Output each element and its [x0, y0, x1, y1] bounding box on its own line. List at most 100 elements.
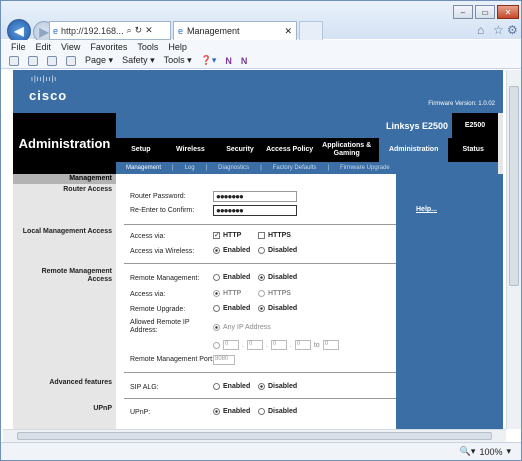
sip-disabled-radio[interactable]: Disabled — [258, 383, 297, 390]
zoom-icon[interactable]: 🔍▾ — [460, 446, 476, 457]
remote-enabled-radio[interactable]: Enabled — [213, 274, 250, 281]
tab-administration[interactable]: Administration — [378, 138, 449, 162]
menu-tools[interactable]: Tools — [137, 42, 158, 52]
tab-wireless[interactable]: Wireless — [166, 138, 216, 162]
ip-field-4[interactable]: 0 — [294, 340, 311, 350]
upnp-enabled-radio[interactable]: Enabled — [213, 408, 250, 415]
remote-disabled-radio[interactable]: Disabled — [258, 274, 297, 281]
onenote-icon-2[interactable]: N — [241, 56, 248, 66]
remote-https-radio[interactable]: HTTPS — [258, 290, 291, 297]
label-remote-management: Remote Management Access — [41, 268, 112, 283]
menu-favorites[interactable]: Favorites — [90, 42, 127, 52]
minimize-button[interactable]: – — [453, 5, 473, 19]
tab-status[interactable]: Status — [448, 138, 498, 162]
upgrade-disabled-radio[interactable]: Disabled — [258, 305, 297, 312]
page-menu[interactable]: Page ▾ — [85, 55, 113, 66]
menu-file[interactable]: File — [11, 42, 26, 52]
subtab-firmware-upgrade[interactable]: Firmware Upgrade — [340, 165, 390, 171]
ip-field-3[interactable]: 0 — [270, 340, 287, 350]
tab-applications-gaming[interactable]: Applications & Gaming — [314, 138, 379, 162]
enabled-label: Enabled — [223, 274, 251, 281]
scroll-thumb[interactable] — [509, 86, 519, 286]
http-checkbox[interactable]: ✓ HTTP — [213, 232, 241, 239]
ip-field-5[interactable]: 0 — [322, 340, 339, 350]
feeds-icon[interactable] — [28, 55, 38, 66]
enabled-label: Enabled — [223, 247, 251, 254]
gear-icon[interactable]: ⚙ — [507, 23, 518, 37]
page-menu-label: Page — [85, 55, 107, 65]
tools-menu[interactable]: Tools ▾ — [164, 55, 192, 66]
help-icon[interactable]: ❓▾ — [201, 55, 217, 66]
command-bar: Page ▾ Safety ▾ Tools ▾ ❓▾ N N — [1, 53, 521, 69]
safety-menu[interactable]: Safety ▾ — [122, 55, 155, 66]
address-bar[interactable]: e http://192.168... ⌕ ↻ ✕ — [49, 21, 171, 40]
vertical-scrollbar[interactable] — [506, 70, 521, 429]
subtab-factory-defaults[interactable]: Factory Defaults — [273, 165, 317, 171]
close-button[interactable]: ✕ — [497, 5, 519, 19]
upgrade-enabled-radio[interactable]: Enabled — [213, 305, 250, 312]
menu-view[interactable]: View — [61, 42, 80, 52]
search-icon[interactable]: ⌕ — [127, 25, 132, 36]
radio-off-icon[interactable] — [213, 341, 220, 349]
menu-bar: File Edit View Favorites Tools Help — [1, 40, 521, 53]
disabled-label: Disabled — [268, 274, 298, 281]
remote-upgrade-label: Remote Upgrade: — [130, 306, 186, 313]
subtab-management[interactable]: Management — [126, 165, 161, 171]
sub-nav: Management | Log | Diagnostics | Factory De… — [116, 162, 498, 174]
ip-field-2[interactable]: 0 — [246, 340, 263, 350]
upnp-disabled-radio[interactable]: Disabled — [258, 408, 297, 415]
help-link[interactable]: Help... — [416, 206, 437, 213]
tab-close-icon[interactable]: ✕ — [284, 26, 292, 37]
router-password-input[interactable]: ●●●●●●● — [213, 191, 297, 202]
menu-help[interactable]: Help — [168, 42, 187, 52]
scroll-thumb[interactable] — [17, 432, 492, 440]
wireless-disabled-radio[interactable]: Disabled — [258, 247, 297, 254]
https-label: HTTPS — [268, 290, 291, 297]
zoom-level[interactable]: 100% — [479, 447, 502, 457]
page-viewport: ı|ıı|ıı|ı cisco Firmware Version: 1.0.02… — [3, 70, 506, 429]
radio-on-icon — [213, 408, 220, 415]
wireless-enabled-radio[interactable]: Enabled — [213, 247, 250, 254]
favorites-icon[interactable]: ☆ — [493, 23, 504, 37]
chevron-down-icon[interactable]: ▾ — [506, 446, 511, 457]
remote-management-label: Remote Management: — [130, 275, 200, 282]
radio-off-icon — [213, 305, 220, 312]
maximize-button[interactable]: ▭ — [475, 5, 495, 19]
radio-off-icon — [258, 408, 265, 415]
remote-port-label: Remote Management Port: — [130, 356, 215, 363]
home-icon[interactable]: ⌂ — [477, 23, 484, 37]
model-code: E2500 — [452, 113, 498, 138]
address-text: http://192.168... — [61, 25, 124, 36]
remote-http-radio[interactable]: HTTP — [213, 290, 241, 297]
tab-setup[interactable]: Setup — [116, 138, 166, 162]
https-checkbox[interactable]: HTTPS — [258, 232, 291, 239]
access-via-label: Access via: — [130, 233, 166, 240]
any-ip-radio[interactable]: Any IP Address — [213, 324, 271, 331]
menu-edit[interactable]: Edit — [36, 42, 52, 52]
onenote-icon[interactable]: N — [225, 56, 232, 66]
new-tab-button[interactable] — [299, 21, 323, 40]
cisco-logo: cisco — [29, 88, 68, 103]
enabled-label: Enabled — [223, 383, 251, 390]
print-icon[interactable] — [66, 55, 76, 66]
sip-enabled-radio[interactable]: Enabled — [213, 383, 250, 390]
mail-icon[interactable] — [47, 55, 57, 66]
home-icon[interactable] — [9, 55, 19, 66]
tab-management[interactable]: e Management ✕ — [173, 21, 297, 40]
http-label: HTTP — [223, 232, 242, 239]
ip-field-1[interactable]: 0 — [223, 340, 239, 350]
tab-security[interactable]: Security — [215, 138, 265, 162]
close-icon[interactable]: ✕ — [145, 25, 153, 36]
divider — [124, 372, 396, 373]
browser-window: ◀ ▶ e http://192.168... ⌕ ↻ ✕ e Manageme… — [0, 0, 522, 461]
subtab-log[interactable]: Log — [185, 165, 195, 171]
reenter-password-input[interactable]: ●●●●●●● — [213, 205, 297, 216]
horizontal-scrollbar[interactable] — [3, 429, 506, 442]
subtab-diagnostics[interactable]: Diagnostics — [218, 165, 249, 171]
remote-port-input[interactable]: 8080 — [213, 355, 235, 365]
radio-off-icon — [213, 383, 220, 390]
access-wireless-label: Access via Wireless: — [130, 248, 195, 255]
tab-access-policy[interactable]: Access Policy — [265, 138, 315, 162]
refresh-icon[interactable]: ↻ — [135, 25, 143, 36]
page-icon: e — [178, 26, 184, 36]
